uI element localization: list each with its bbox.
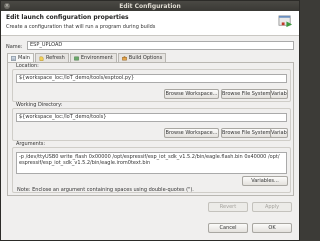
working-directory-browse-workspace-button[interactable]: Browse Workspace... xyxy=(164,128,219,138)
location-browse-workspace-button[interactable]: Browse Workspace... xyxy=(164,89,219,99)
edit-configuration-dialog: × Edit Configuration Edit launch configu… xyxy=(0,0,300,241)
cancel-button[interactable]: Cancel xyxy=(208,223,248,233)
working-directory-variables-button[interactable]: Variables... xyxy=(270,128,288,138)
name-label: Name: xyxy=(6,44,23,50)
refresh-icon xyxy=(39,56,44,61)
build-options-icon xyxy=(121,55,127,60)
apply-button[interactable]: Apply xyxy=(252,202,292,212)
tab-main-label: Main xyxy=(18,55,30,61)
arguments-label: Arguments: xyxy=(15,141,47,147)
external-tools-icon xyxy=(278,15,293,28)
tab-refresh[interactable]: Refresh xyxy=(34,53,69,62)
tab-refresh-label: Refresh xyxy=(45,55,65,61)
main-tab-icon xyxy=(11,55,16,61)
header-description: Create a configuration that will run a p… xyxy=(6,24,156,30)
location-browse-filesystem-button[interactable]: Browse File System... xyxy=(221,89,276,99)
working-directory-label: Working Directory: xyxy=(15,102,64,108)
dialog-header: Edit launch configuration properties Cre… xyxy=(1,11,299,36)
header-title: Edit launch configuration properties xyxy=(6,14,129,21)
environment-icon xyxy=(74,56,79,60)
name-input[interactable]: ESP_UPLOAD xyxy=(27,41,294,50)
tab-build-options[interactable]: Build Options xyxy=(117,53,167,62)
window-title: Edit Configuration xyxy=(119,3,181,10)
location-input[interactable]: ${workspace_loc:/IoT_demo/tools/esptool.… xyxy=(16,74,287,83)
working-directory-browse-filesystem-button[interactable]: Browse File System... xyxy=(221,128,276,138)
title-bar: × Edit Configuration xyxy=(1,1,299,11)
main-tab-panel: Location: ${workspace_loc:/IoT_demo/tool… xyxy=(7,62,294,196)
arguments-line: espressif/esp_iot_sdk_v1.5.2/bin/eagle.i… xyxy=(19,160,151,166)
location-group: Location: ${workspace_loc:/IoT_demo/tool… xyxy=(12,63,291,102)
arguments-note: Note: Enclose an argument containing spa… xyxy=(17,187,194,193)
tab-environment[interactable]: Environment xyxy=(69,53,117,62)
configuration-tabs: Main Refresh Environment Build Options xyxy=(7,53,167,62)
working-directory-input[interactable]: ${workspace_loc:/IoT_demo/tools} xyxy=(16,113,287,122)
arguments-variables-button[interactable]: Variables... xyxy=(242,176,288,186)
tab-build-options-label: Build Options xyxy=(128,55,163,61)
arguments-group: Arguments: -p /dev/ttyUSB0 write_flash 0… xyxy=(12,141,291,193)
working-directory-group: Working Directory: ${workspace_loc:/IoT_… xyxy=(12,102,291,141)
tab-environment-label: Environment xyxy=(80,55,113,61)
arguments-textarea[interactable]: -p /dev/ttyUSB0 write_flash 0x00000 /opt… xyxy=(16,152,287,174)
revert-button[interactable]: Revert xyxy=(208,202,248,212)
location-variables-button[interactable]: Variables... xyxy=(270,89,288,99)
location-label: Location: xyxy=(15,63,40,69)
ok-button[interactable]: OK xyxy=(252,223,292,233)
tab-main[interactable]: Main xyxy=(7,53,34,62)
